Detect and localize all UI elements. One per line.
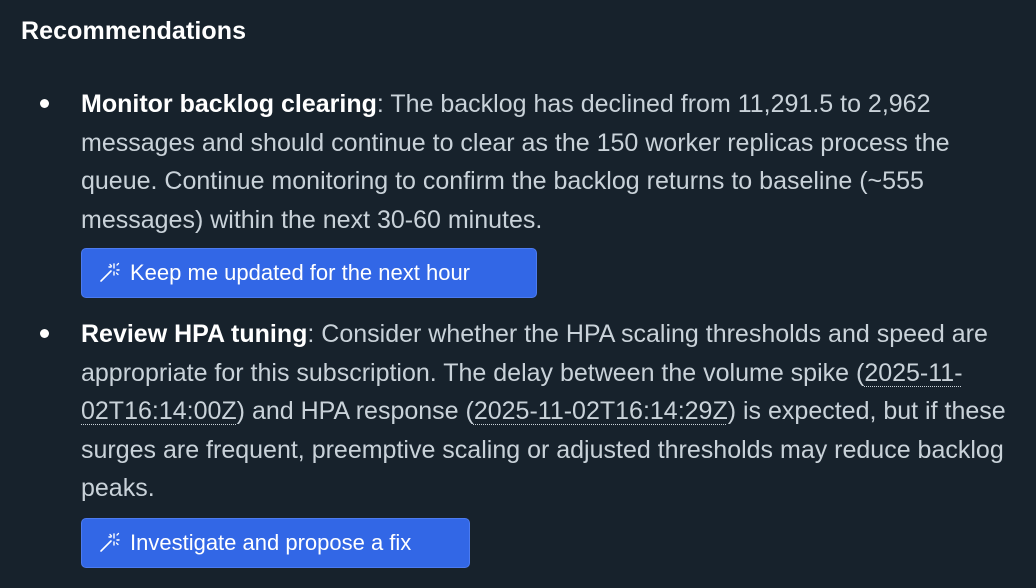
investigate-fix-button[interactable]: Investigate and propose a fix (81, 518, 470, 568)
recommendation-title: Review HPA tuning (81, 320, 308, 348)
section-heading: Recommendations (21, 17, 247, 45)
recommendation-body-part: ) and HPA response ( (236, 397, 474, 425)
magic-wand-icon (98, 262, 120, 284)
bullet-icon (40, 329, 49, 338)
bullet-icon (40, 99, 49, 108)
recommendation-item: Review HPA tuning: Consider whether the … (40, 315, 1021, 508)
recommendation-item: Monitor backlog clearing: The backlog ha… (40, 85, 1021, 239)
button-label: Investigate and propose a fix (130, 530, 412, 555)
timestamp-link[interactable]: 2025-11-02T16:14:29Z (474, 397, 728, 425)
keep-me-updated-button[interactable]: Keep me updated for the next hour (81, 248, 537, 298)
magic-wand-icon (98, 532, 120, 554)
button-label: Keep me updated for the next hour (130, 260, 471, 285)
recommendation-title: Monitor backlog clearing (81, 90, 377, 118)
